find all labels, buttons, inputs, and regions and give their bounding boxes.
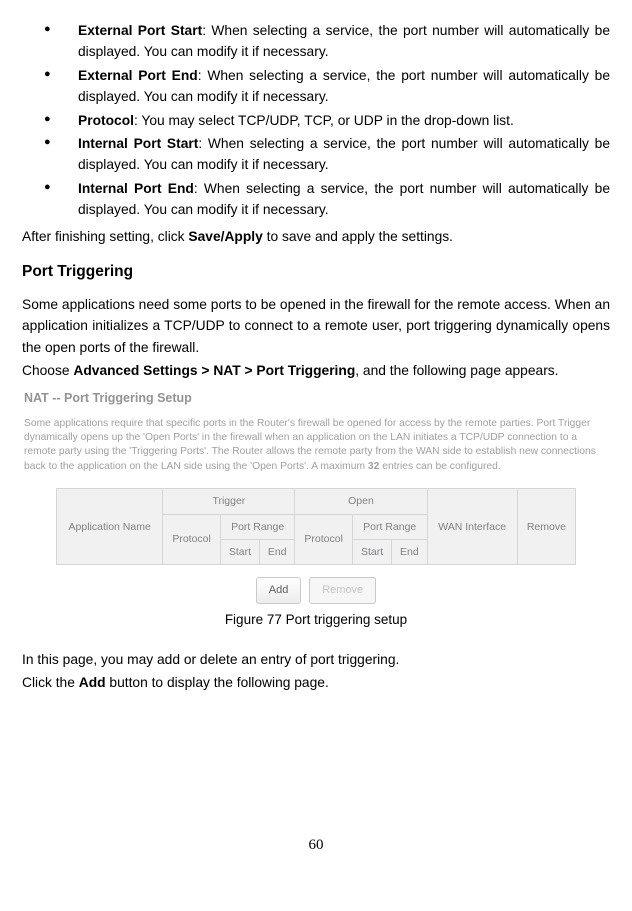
col-end: End xyxy=(260,539,295,564)
add-label: Add xyxy=(79,675,106,690)
col-appname: Application Name xyxy=(57,489,163,565)
col-open: Open xyxy=(295,489,427,514)
remove-button[interactable]: Remove xyxy=(309,577,376,604)
bullet-label: Internal Port End xyxy=(78,181,194,196)
figure-button-row: Add Remove xyxy=(22,577,610,604)
bullet-list: External Port Start: When selecting a se… xyxy=(22,20,610,220)
bullet-item: External Port End: When selecting a serv… xyxy=(22,65,610,108)
col-wan: WAN Interface xyxy=(427,489,517,565)
text: Some applications require that specific … xyxy=(24,418,596,472)
text: button to display the following page. xyxy=(106,675,329,690)
col-start: Start xyxy=(352,539,391,564)
text: , and the following page appears. xyxy=(355,363,558,378)
text: to save and apply the settings. xyxy=(263,229,453,244)
text: entries can be configured. xyxy=(379,461,500,472)
add-button[interactable]: Add xyxy=(256,577,302,604)
bullet-item: External Port Start: When selecting a se… xyxy=(22,20,610,63)
figure-container: NAT -- Port Triggering Setup Some applic… xyxy=(22,389,610,604)
text: Choose xyxy=(22,363,73,378)
text: After finishing setting, click xyxy=(22,229,188,244)
bullet-item: Internal Port Start: When selecting a se… xyxy=(22,133,610,176)
post-para-1: In this page, you may add or delete an e… xyxy=(22,649,610,670)
breadcrumb-path: Advanced Settings > NAT > Port Triggerin… xyxy=(73,363,355,378)
col-protocol: Protocol xyxy=(295,514,353,565)
bullet-item: Internal Port End: When selecting a serv… xyxy=(22,178,610,221)
page-number: 60 xyxy=(22,834,610,857)
intro-paragraph: Some applications need some ports to be … xyxy=(22,294,610,358)
save-apply-label: Save/Apply xyxy=(188,229,262,244)
col-portrange: Port Range xyxy=(352,514,427,539)
col-trigger: Trigger xyxy=(163,489,295,514)
port-trigger-table: Application Name Trigger Open WAN Interf… xyxy=(56,488,576,565)
figure-description: Some applications require that specific … xyxy=(24,417,610,475)
col-portrange: Port Range xyxy=(220,514,295,539)
bullet-label: External Port Start xyxy=(78,23,202,38)
bullet-item: Protocol: You may select TCP/UDP, TCP, o… xyxy=(22,110,610,131)
table-header-row: Application Name Trigger Open WAN Interf… xyxy=(57,489,576,514)
col-end: End xyxy=(392,539,427,564)
figure-caption: Figure 77 Port triggering setup xyxy=(22,610,610,631)
bullet-label: External Port End xyxy=(78,68,198,83)
section-heading: Port Triggering xyxy=(22,260,610,284)
col-start: Start xyxy=(220,539,259,564)
bullet-text: : You may select TCP/UDP, TCP, or UDP in… xyxy=(134,113,514,128)
bullet-label: Internal Port Start xyxy=(78,136,198,151)
col-remove: Remove xyxy=(517,489,575,565)
text: Click the xyxy=(22,675,79,690)
nav-instruction: Choose Advanced Settings > NAT > Port Tr… xyxy=(22,360,610,381)
after-finishing-note: After finishing setting, click Save/Appl… xyxy=(22,226,610,247)
bullet-label: Protocol xyxy=(78,113,134,128)
col-protocol: Protocol xyxy=(163,514,221,565)
figure-title: NAT -- Port Triggering Setup xyxy=(24,389,610,408)
max-entries: 32 xyxy=(368,461,379,472)
post-para-2: Click the Add button to display the foll… xyxy=(22,672,610,693)
